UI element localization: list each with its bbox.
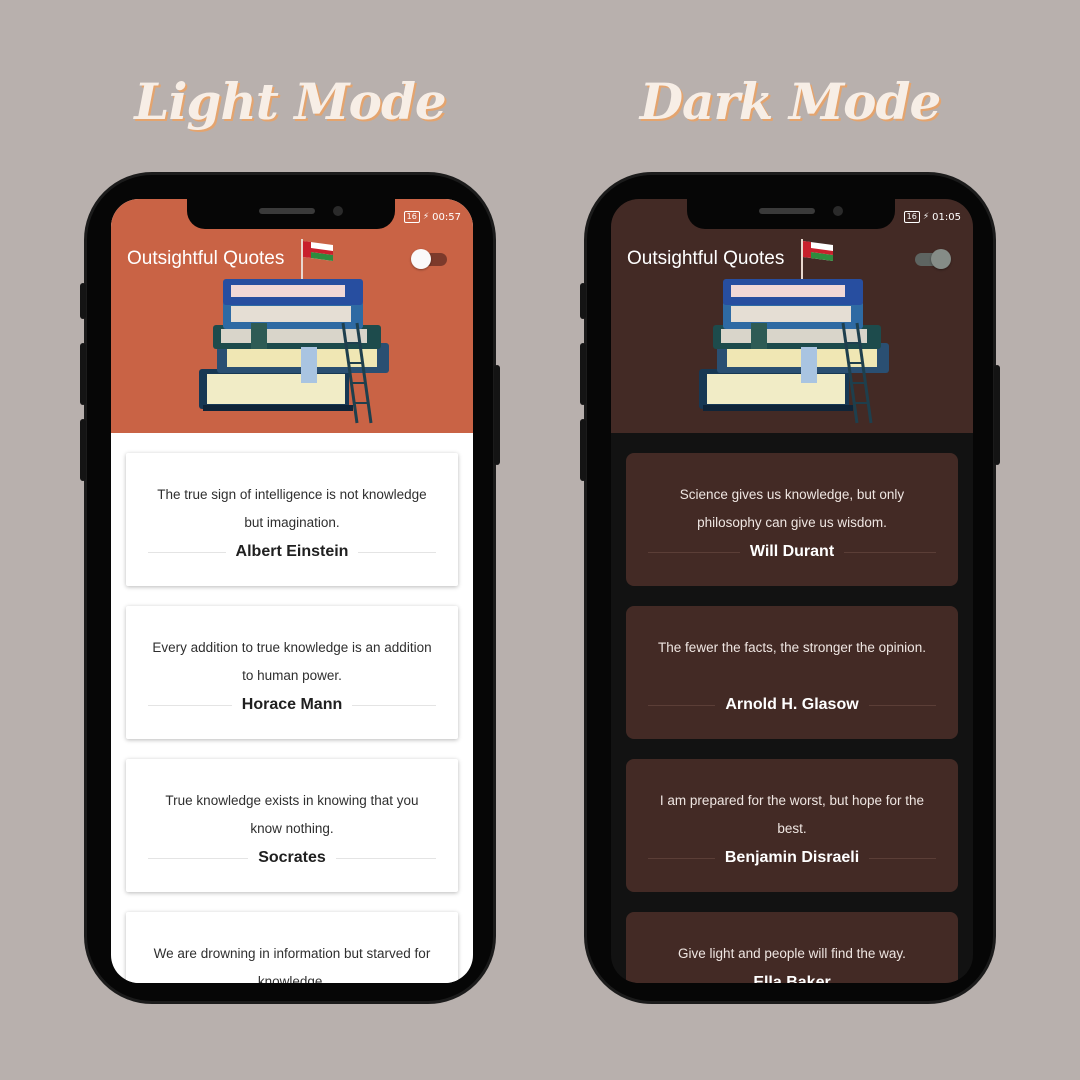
- status-time: 00:57: [432, 211, 461, 223]
- volume-up-button: [580, 343, 586, 405]
- quote-text: I am prepared for the worst, but hope fo…: [659, 793, 925, 836]
- divider: [868, 704, 936, 706]
- theme-toggle[interactable]: [411, 249, 449, 269]
- charging-icon: ⚡: [422, 212, 430, 222]
- app-header: Outsightful Quotes: [611, 199, 973, 433]
- divider: [335, 857, 436, 859]
- author-row: Socrates: [148, 849, 436, 867]
- quote-card[interactable]: I am prepared for the worst, but hope fo…: [626, 759, 958, 892]
- quote-author: Benjamin Disraeli: [724, 849, 860, 866]
- toggle-thumb: [931, 249, 951, 269]
- divider: [869, 857, 936, 859]
- divider: [148, 551, 226, 553]
- author-row: Albert Einstein: [148, 543, 436, 561]
- quote-author: Will Durant: [749, 543, 835, 560]
- author-row: Will Durant: [648, 543, 937, 561]
- quote-card[interactable]: The true sign of intelligence is not kno…: [126, 453, 458, 586]
- app-header: Outsightful Quotes: [111, 199, 473, 433]
- quote-text: True knowledge exists in knowing that yo…: [165, 793, 419, 836]
- volume-down-button: [580, 419, 586, 481]
- app-title: Outsightful Quotes: [127, 248, 285, 269]
- quote-text: We are drowning in information but starv…: [153, 946, 431, 983]
- quote-card[interactable]: The fewer the facts, the stronger the op…: [626, 606, 958, 739]
- phone-screen: Outsightful Quotes: [111, 199, 473, 983]
- dark-mode-heading: Dark Mode: [639, 72, 942, 131]
- phone-notch: [687, 199, 895, 229]
- light-mode-phone: Outsightful Quotes The true sign of inte…: [80, 172, 500, 1004]
- quote-text: The true sign of intelligence is not kno…: [157, 487, 427, 530]
- quote-card[interactable]: Give light and people will find the way.…: [626, 912, 958, 983]
- author-row: Benjamin Disraeli: [648, 849, 936, 867]
- mute-switch: [580, 283, 586, 319]
- quote-list: The true sign of intelligence is not kno…: [126, 453, 458, 983]
- quote-card[interactable]: True knowledge exists in knowing that yo…: [126, 759, 458, 892]
- status-bar: 16 ⚡ 01:05: [903, 211, 961, 223]
- quote-card[interactable]: Science gives us knowledge, but only phi…: [626, 453, 958, 586]
- front-camera: [333, 206, 343, 216]
- toggle-thumb: [411, 249, 431, 269]
- author-row: Arnold H. Glasow: [648, 696, 936, 714]
- theme-toggle[interactable]: [913, 249, 951, 269]
- author-row: Ella Baker: [648, 974, 937, 983]
- status-bar: 16 ⚡ 00:57: [403, 211, 461, 223]
- quote-author: Ella Baker: [753, 974, 831, 983]
- quote-author: Horace Mann: [241, 696, 343, 713]
- volume-down-button: [80, 419, 86, 481]
- quote-text: The fewer the facts, the stronger the op…: [658, 640, 926, 655]
- charging-icon: ⚡: [922, 212, 930, 222]
- mute-switch: [80, 283, 86, 319]
- quote-text: Give light and people will find the way.: [678, 946, 906, 961]
- divider: [648, 982, 744, 983]
- phone-screen: Outsightful Quotes: [611, 199, 973, 983]
- quote-card[interactable]: Every addition to true knowledge is an a…: [126, 606, 458, 739]
- divider: [840, 982, 937, 983]
- quote-text: Every addition to true knowledge is an a…: [152, 640, 432, 683]
- quote-author: Arnold H. Glasow: [725, 696, 859, 713]
- app-title: Outsightful Quotes: [627, 248, 785, 269]
- divider: [844, 551, 937, 553]
- divider: [648, 857, 715, 859]
- divider: [648, 704, 716, 706]
- speaker: [259, 208, 315, 214]
- power-button: [994, 365, 1000, 465]
- quote-card[interactable]: We are drowning in information but starv…: [126, 912, 458, 983]
- quote-author: Socrates: [258, 849, 326, 866]
- quote-text: Science gives us knowledge, but only phi…: [679, 487, 905, 530]
- divider: [352, 704, 436, 706]
- phone-notch: [187, 199, 395, 229]
- divider: [148, 704, 232, 706]
- divider: [148, 857, 249, 859]
- status-time: 01:05: [932, 211, 961, 223]
- speaker: [759, 208, 815, 214]
- volume-up-button: [80, 343, 86, 405]
- author-row: Horace Mann: [148, 696, 436, 714]
- light-mode-heading: Light Mode: [134, 72, 446, 131]
- dark-mode-phone: Outsightful Quotes Science gives us know…: [580, 172, 1000, 1004]
- quote-list: Science gives us knowledge, but only phi…: [626, 453, 958, 983]
- front-camera: [833, 206, 843, 216]
- divider: [358, 551, 436, 553]
- books-illustration: [199, 279, 389, 424]
- battery-icon: 16: [903, 211, 920, 223]
- divider: [648, 551, 740, 553]
- books-illustration: [699, 279, 889, 424]
- quote-author: Albert Einstein: [235, 543, 349, 560]
- battery-icon: 16: [403, 211, 420, 223]
- power-button: [494, 365, 500, 465]
